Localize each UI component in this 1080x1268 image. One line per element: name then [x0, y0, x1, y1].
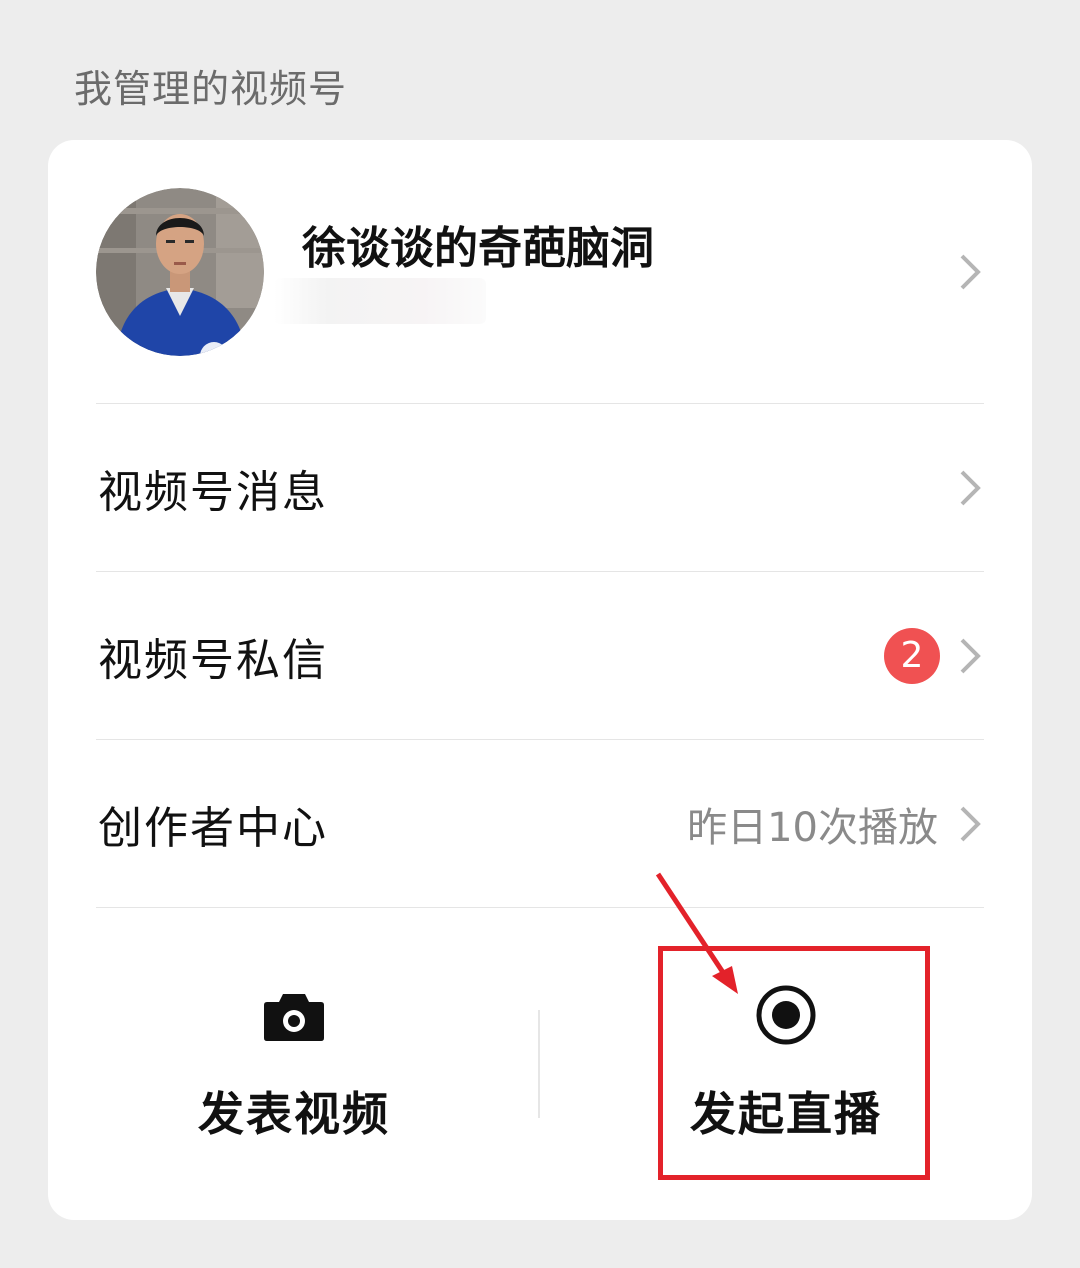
avatar[interactable] — [96, 188, 264, 356]
chevron-right-icon — [960, 806, 981, 841]
section-title: 我管理的视频号 — [74, 67, 348, 111]
camera-icon — [264, 994, 324, 1041]
profile-name: 徐谈谈的奇葩脑洞 — [302, 223, 654, 274]
profile-row[interactable]: 徐谈谈的奇葩脑洞 — [48, 140, 1032, 404]
menu-item-label: 创作者中心 — [98, 802, 328, 854]
unread-badge: 2 — [884, 627, 940, 684]
annotation-arrow-icon — [655, 872, 738, 994]
publish-video-button[interactable]: 发表视频 — [48, 908, 540, 1220]
menu-item-label: 视频号消息 — [98, 466, 328, 518]
play-count-text: 昨日10次播放 — [687, 804, 938, 851]
menu-item-label: 视频号私信 — [98, 634, 328, 686]
menu-item-private-messages[interactable]: 视频号私信 2 — [48, 572, 1032, 739]
chevron-right-icon — [960, 470, 981, 505]
redacted-id — [274, 278, 486, 324]
chevron-right-icon — [960, 638, 981, 673]
menu-item-creator-center[interactable]: 创作者中心 昨日10次播放 — [48, 740, 1032, 907]
chevron-right-icon — [960, 254, 981, 290]
publish-video-label: 发表视频 — [198, 1087, 390, 1141]
menu-item-messages[interactable]: 视频号消息 — [48, 404, 1032, 571]
